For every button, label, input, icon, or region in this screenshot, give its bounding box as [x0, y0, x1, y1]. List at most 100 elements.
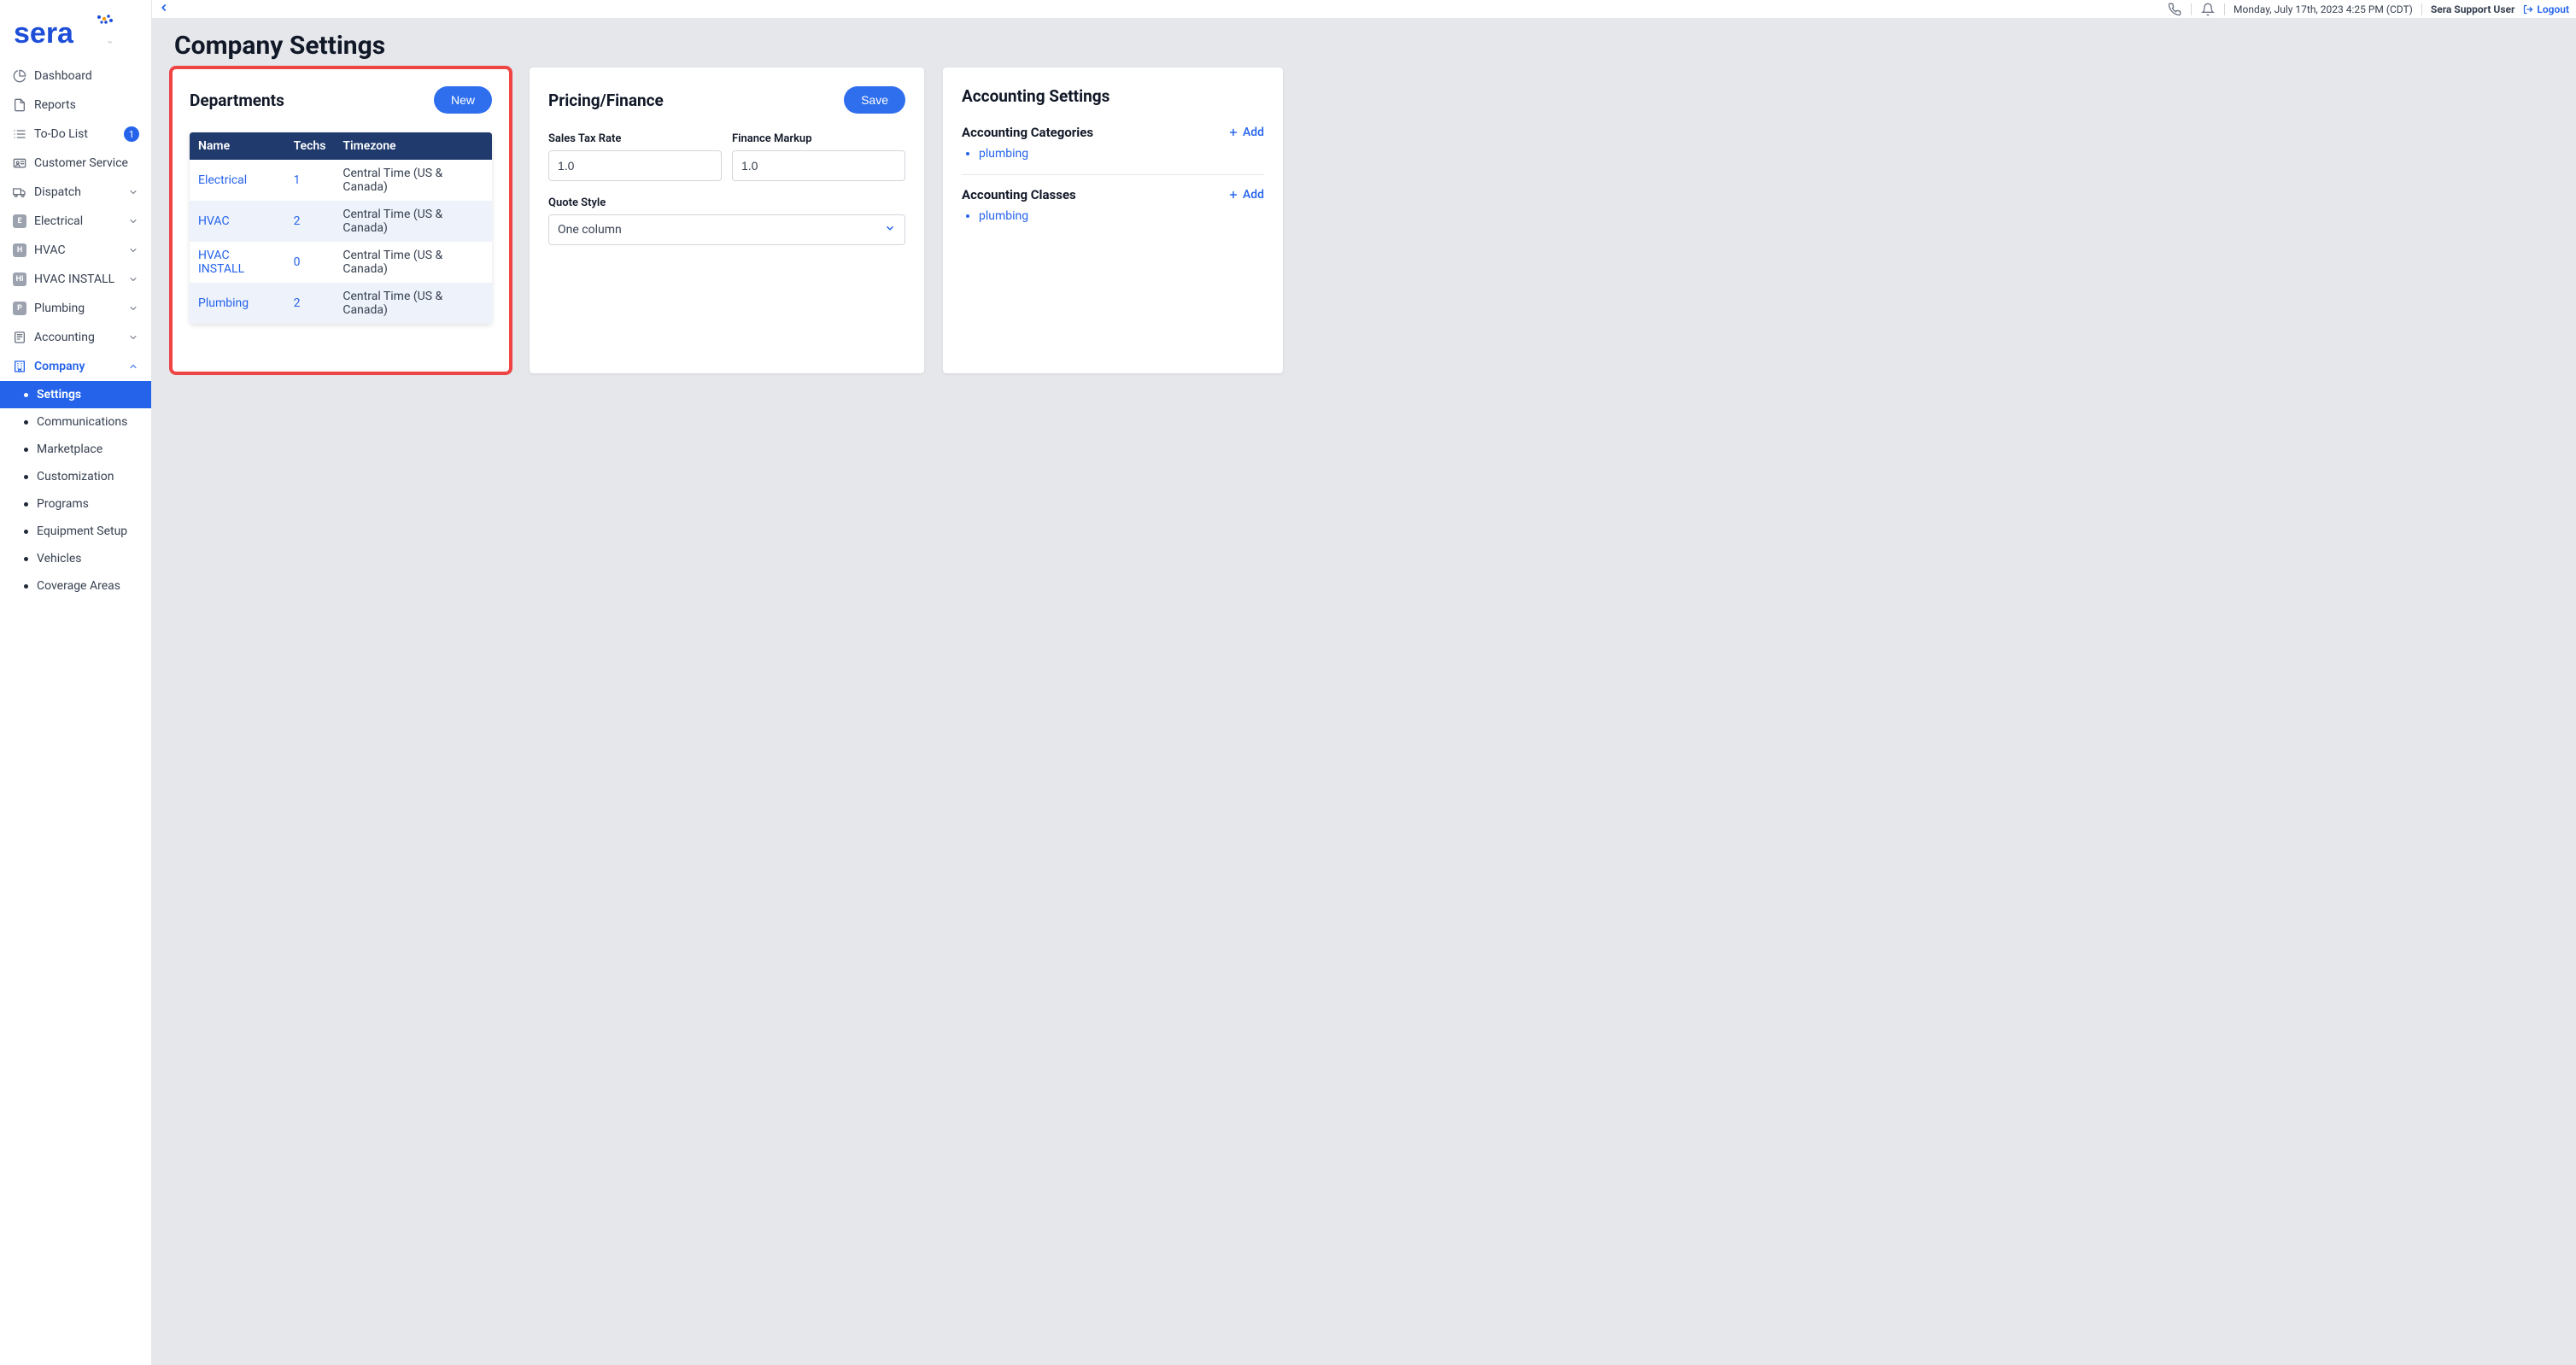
list-item[interactable]: plumbing — [979, 145, 1264, 162]
dept-E: E — [12, 214, 27, 229]
accounting-categories-section: Accounting Categories Add plumbing — [962, 125, 1264, 162]
sidebar-collapse-button[interactable] — [155, 0, 173, 15]
divider — [2224, 3, 2225, 15]
nav-item-dispatch[interactable]: Dispatch — [0, 178, 151, 207]
subnav-label: Customization — [37, 470, 114, 483]
dept-timezone: Central Time (US & Canada) — [334, 283, 492, 324]
dept-name-link[interactable]: HVAC — [190, 201, 285, 242]
dept-H: H — [12, 243, 27, 258]
nav-list: Dashboard ReportsTo-Do List1Customer Serv… — [0, 62, 151, 600]
nav-label: Electrical — [34, 214, 120, 228]
departments-new-button[interactable]: New — [434, 86, 492, 114]
dept-col-timezone: Timezone — [334, 132, 492, 160]
pricing-card: Pricing/Finance Save Sales Tax Rate Fina… — [530, 67, 924, 373]
chevron-up-icon — [127, 360, 139, 372]
subnav-label: Vehicles — [37, 552, 82, 565]
chevron-down-icon — [884, 222, 896, 237]
table-row: Plumbing2Central Time (US & Canada) — [190, 283, 492, 324]
nav-label: To-Do List — [34, 127, 117, 141]
nav-item-hvac-install[interactable]: HIHVAC INSTALL — [0, 265, 151, 294]
nav-item-hvac[interactable]: H HVAC — [0, 236, 151, 265]
accounting-classes-section: Accounting Classes Add plumbing — [962, 187, 1264, 225]
add-label: Add — [1243, 188, 1264, 202]
dept-name-link[interactable]: HVAC INSTALL — [190, 242, 285, 283]
list-icon — [12, 126, 27, 142]
main: Monday, July 17th, 2023 4:25 PM (CDT) Se… — [152, 0, 2576, 1365]
plus-icon — [1227, 189, 1239, 201]
chevron-down-icon — [127, 215, 139, 227]
logout-button[interactable]: Logout — [2523, 3, 2569, 15]
nav-item-company[interactable]: Company — [0, 352, 151, 381]
subnav-item-communications[interactable]: Communications — [0, 408, 151, 436]
phone-icon[interactable] — [2167, 2, 2182, 17]
nav-item-customer-service[interactable]: Customer Service — [0, 149, 151, 178]
chevron-down-icon — [127, 273, 139, 285]
nav-label: Plumbing — [34, 302, 120, 315]
nav-label: HVAC INSTALL — [34, 272, 120, 286]
table-row: HVAC INSTALL0Central Time (US & Canada) — [190, 242, 492, 283]
sidebar: sera ™ DashboardReportsTo-Do List1Custom… — [0, 0, 152, 1365]
quote-style-select[interactable]: One column — [548, 214, 905, 245]
svg-text:sera: sera — [14, 17, 74, 50]
dept-techs[interactable]: 1 — [285, 160, 335, 201]
subnav-item-customization[interactable]: Customization — [0, 463, 151, 490]
subnav-item-marketplace[interactable]: Marketplace — [0, 436, 151, 463]
finance-markup-input[interactable] — [732, 150, 905, 181]
pricing-save-button[interactable]: Save — [844, 86, 905, 114]
accounting-classes-add[interactable]: Add — [1227, 188, 1264, 202]
dept-timezone: Central Time (US & Canada) — [334, 242, 492, 283]
nav-item-electrical[interactable]: E Electrical — [0, 207, 151, 236]
chevron-down-icon — [127, 331, 139, 343]
nav-item-plumbing[interactable]: P Plumbing — [0, 294, 151, 323]
plus-icon — [1227, 126, 1239, 138]
divider — [962, 174, 1264, 175]
departments-table: NameTechsTimezone Electrical1Central Tim… — [190, 132, 492, 324]
nav-item-accounting[interactable]: Accounting — [0, 323, 151, 352]
nav-label: Dashboard — [34, 69, 139, 83]
nav-label: Company — [34, 360, 120, 373]
building-icon — [12, 359, 27, 374]
divider — [2191, 3, 2192, 15]
subnav-item-equipment-setup[interactable]: Equipment Setup — [0, 518, 151, 545]
dept-timezone: Central Time (US & Canada) — [334, 201, 492, 242]
dept-timezone: Central Time (US & Canada) — [334, 160, 492, 201]
dept-P: P — [12, 301, 27, 316]
pie-chart-icon — [12, 68, 27, 84]
id-card-icon — [12, 155, 27, 171]
departments-title: Departments — [190, 91, 284, 110]
nav-item-to-do-list[interactable]: To-Do List1 — [0, 120, 151, 149]
sales-tax-input[interactable] — [548, 150, 722, 181]
dept-name-link[interactable]: Electrical — [190, 160, 285, 201]
list-item[interactable]: plumbing — [979, 208, 1264, 225]
dept-name-link[interactable]: Plumbing — [190, 283, 285, 324]
subnav-item-vehicles[interactable]: Vehicles — [0, 545, 151, 572]
dept-techs[interactable]: 2 — [285, 283, 335, 324]
add-label: Add — [1243, 126, 1264, 139]
subnav-item-coverage-areas[interactable]: Coverage Areas — [0, 572, 151, 600]
chevron-down-icon — [127, 302, 139, 314]
topbar-datetime: Monday, July 17th, 2023 4:25 PM (CDT) — [2234, 3, 2413, 15]
company-subnav: SettingsCommunicationsMarketplace Customi… — [0, 381, 151, 600]
nav-item-dashboard[interactable]: Dashboard — [0, 62, 151, 91]
logout-label: Logout — [2537, 3, 2569, 15]
bell-icon[interactable] — [2200, 2, 2216, 17]
accounting-categories-add[interactable]: Add — [1227, 126, 1264, 139]
dept-techs[interactable]: 2 — [285, 201, 335, 242]
sera-logo: sera ™ — [14, 12, 116, 50]
nav-item-reports[interactable]: Reports — [0, 91, 151, 120]
subnav-item-programs[interactable]: Programs — [0, 490, 151, 518]
page-title: Company Settings — [152, 19, 2576, 67]
logo: sera ™ — [0, 0, 151, 62]
subnav-item-settings[interactable]: Settings — [0, 381, 151, 408]
departments-card: Departments New NameTechsTimezone Electr… — [171, 67, 511, 373]
subnav-label: Coverage Areas — [37, 579, 120, 593]
nav-label: HVAC — [34, 243, 120, 257]
document-icon — [12, 97, 27, 113]
dept-techs[interactable]: 0 — [285, 242, 335, 283]
subnav-label: Programs — [37, 497, 89, 511]
dept-col-name: Name — [190, 132, 285, 160]
topbar-username: Sera Support User — [2431, 3, 2515, 15]
pricing-title: Pricing/Finance — [548, 91, 664, 110]
accounting-title: Accounting Settings — [962, 86, 1109, 106]
nav-label: Dispatch — [34, 185, 120, 199]
